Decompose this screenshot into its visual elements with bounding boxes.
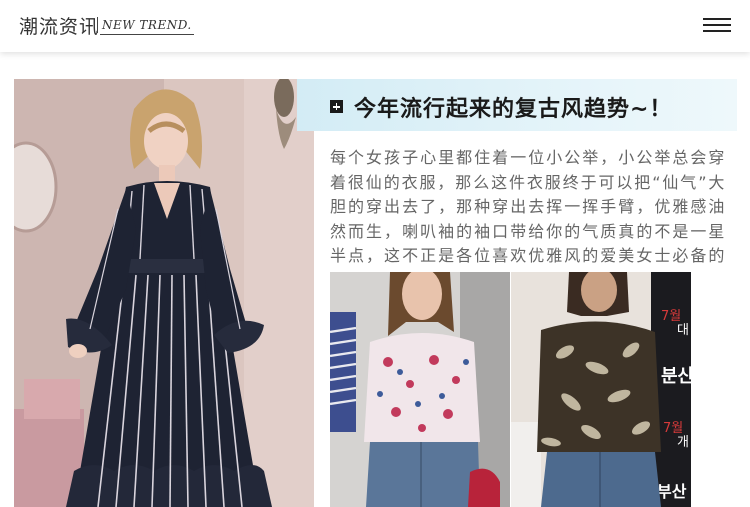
poster-text: 7월 [661,309,681,324]
brand-tagline: NEW TREND. [97,16,194,35]
floral-blouse-photo [330,272,510,507]
menu-icon[interactable] [703,16,731,34]
menu-line [703,18,731,20]
article-body: 每个女孩子心里都住着一位小公举，小公举总会穿着很仙的衣服，那么这件衣服终于可以把… [330,148,726,290]
poster-text: 부산 [657,482,687,501]
article-title: 今年流行起来的复古风趋势~！ [354,97,673,122]
poster-text: 개 [677,435,689,450]
article-title-banner: 今年流行起来的复古风趋势~！ [297,79,737,131]
menu-line [703,30,731,32]
brand-name[interactable]: 潮流资讯 [19,12,99,39]
menu-line [703,24,731,26]
top-header: 潮流资讯 NEW TREND. [0,0,750,52]
plus-square-icon [330,100,343,113]
main-fashion-photo [14,79,314,507]
poster-text: 분산 [661,366,691,387]
leaf-print-shirt-photo: 7월 대 7월 개 부산 분산 [511,272,691,507]
poster-text: 대 [677,323,689,338]
poster-text: 7월 [663,421,683,436]
